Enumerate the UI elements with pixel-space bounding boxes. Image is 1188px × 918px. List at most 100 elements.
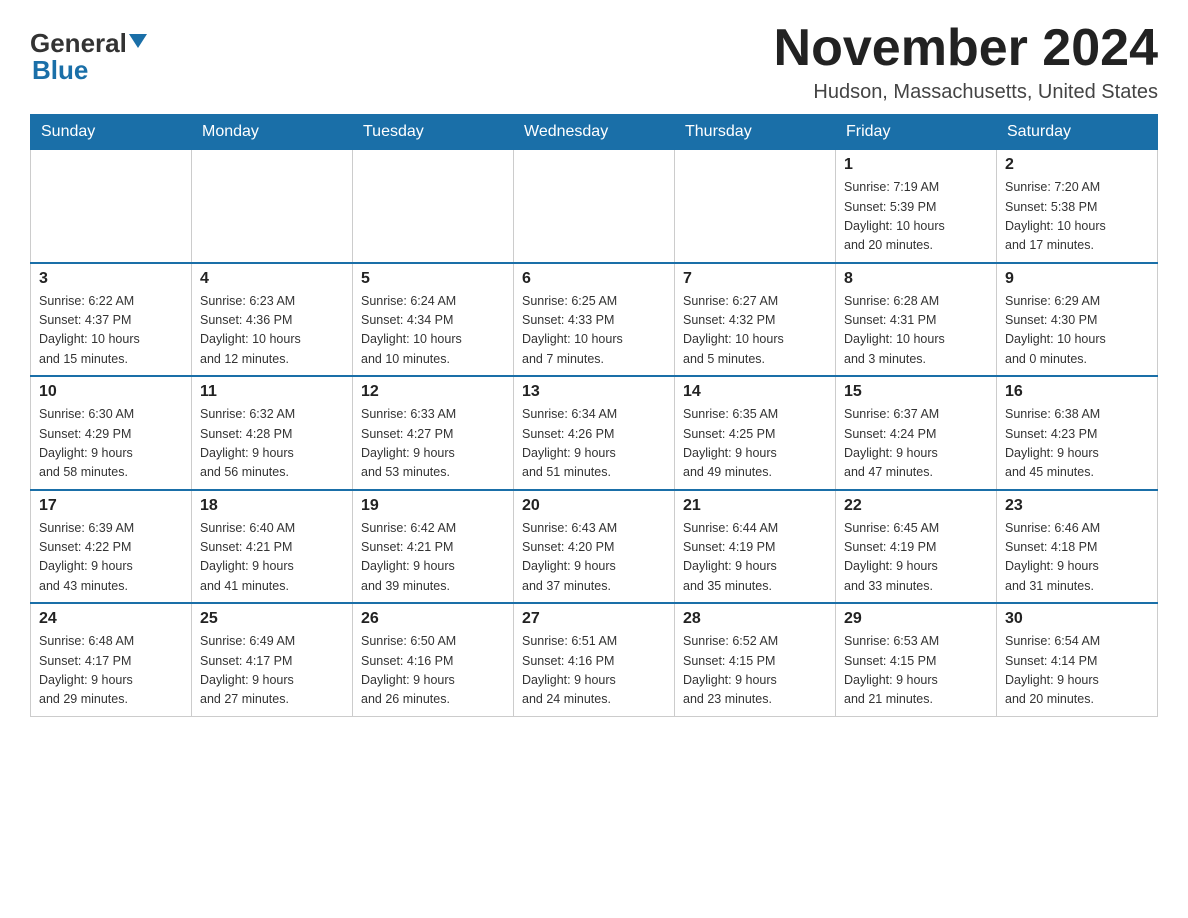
calendar-cell: 8 Sunrise: 6:28 AM Sunset: 4:31 PM Daylig…: [836, 263, 997, 377]
day-number: 28: [683, 610, 827, 628]
calendar-cell: 17 Sunrise: 6:39 AM Sunset: 4:22 PM Dayli…: [31, 490, 192, 604]
day-number: 7: [683, 270, 827, 288]
logo-triangle-icon: [129, 34, 147, 48]
calendar-cell: [675, 150, 836, 263]
calendar-cell: 29 Sunrise: 6:53 AM Sunset: 4:15 PM Dayli…: [836, 603, 997, 716]
day-number: 19: [361, 497, 505, 515]
calendar-cell: 28Sunrise: 6:52 AM Sunset: 4:15 PM Dayli…: [675, 603, 836, 716]
calendar-cell: 14 Sunrise: 6:35 AM Sunset: 4:25 PM Dayli…: [675, 376, 836, 490]
day-info: Sunrise: 6:51 AM Sunset: 4:16 PM Dayligh…: [522, 632, 666, 710]
calendar-cell: 9 Sunrise: 6:29 AM Sunset: 4:30 PM Daylig…: [997, 263, 1158, 377]
logo-blue: Blue: [30, 55, 88, 86]
calendar-cell: 16Sunrise: 6:38 AM Sunset: 4:23 PM Dayli…: [997, 376, 1158, 490]
header-sunday: Sunday: [31, 115, 192, 150]
day-number: 17: [39, 497, 183, 515]
header-thursday: Thursday: [675, 115, 836, 150]
calendar-table: Sunday Monday Tuesday Wednesday Thursday…: [30, 114, 1158, 717]
day-info: Sunrise: 6:22 AM Sunset: 4:37 PM Dayligh…: [39, 292, 183, 370]
day-number: 3: [39, 270, 183, 288]
day-info: Sunrise: 6:42 AM Sunset: 4:21 PM Dayligh…: [361, 519, 505, 597]
day-number: 24: [39, 610, 183, 628]
calendar-cell: 15 Sunrise: 6:37 AM Sunset: 4:24 PM Dayli…: [836, 376, 997, 490]
calendar-cell: 13 Sunrise: 6:34 AM Sunset: 4:26 PM Dayli…: [514, 376, 675, 490]
day-info: Sunrise: 6:45 AM Sunset: 4:19 PM Dayligh…: [844, 519, 988, 597]
day-number: 29: [844, 610, 988, 628]
calendar-cell: 2Sunrise: 7:20 AM Sunset: 5:38 PM Daylig…: [997, 150, 1158, 263]
day-number: 22: [844, 497, 988, 515]
calendar-cell: 1Sunrise: 7:19 AM Sunset: 5:39 PM Daylig…: [836, 150, 997, 263]
day-info: Sunrise: 6:35 AM Sunset: 4:25 PM Dayligh…: [683, 405, 827, 483]
calendar-cell: [31, 150, 192, 263]
day-number: 9: [1005, 270, 1149, 288]
header-tuesday: Tuesday: [353, 115, 514, 150]
calendar-cell: 20 Sunrise: 6:43 AM Sunset: 4:20 PM Dayli…: [514, 490, 675, 604]
day-info: Sunrise: 6:23 AM Sunset: 4:36 PM Dayligh…: [200, 292, 344, 370]
calendar-cell: 7Sunrise: 6:27 AM Sunset: 4:32 PM Daylig…: [675, 263, 836, 377]
day-number: 13: [522, 383, 666, 401]
day-number: 16: [1005, 383, 1149, 401]
month-title: November 2024: [774, 20, 1158, 77]
day-number: 6: [522, 270, 666, 288]
calendar-week-row-1: 1Sunrise: 7:19 AM Sunset: 5:39 PM Daylig…: [31, 150, 1158, 263]
day-info: Sunrise: 6:24 AM Sunset: 4:34 PM Dayligh…: [361, 292, 505, 370]
calendar-week-row-3: 10Sunrise: 6:30 AM Sunset: 4:29 PM Dayli…: [31, 376, 1158, 490]
day-number: 20: [522, 497, 666, 515]
calendar-cell: 12Sunrise: 6:33 AM Sunset: 4:27 PM Dayli…: [353, 376, 514, 490]
day-number: 5: [361, 270, 505, 288]
day-number: 30: [1005, 610, 1149, 628]
day-info: Sunrise: 6:39 AM Sunset: 4:22 PM Dayligh…: [39, 519, 183, 597]
calendar-cell: [192, 150, 353, 263]
day-info: Sunrise: 6:34 AM Sunset: 4:26 PM Dayligh…: [522, 405, 666, 483]
day-number: 4: [200, 270, 344, 288]
day-info: Sunrise: 6:28 AM Sunset: 4:31 PM Dayligh…: [844, 292, 988, 370]
day-info: Sunrise: 6:49 AM Sunset: 4:17 PM Dayligh…: [200, 632, 344, 710]
day-number: 23: [1005, 497, 1149, 515]
day-info: Sunrise: 6:32 AM Sunset: 4:28 PM Dayligh…: [200, 405, 344, 483]
day-number: 14: [683, 383, 827, 401]
header-monday: Monday: [192, 115, 353, 150]
day-info: Sunrise: 6:44 AM Sunset: 4:19 PM Dayligh…: [683, 519, 827, 597]
calendar-week-row-4: 17 Sunrise: 6:39 AM Sunset: 4:22 PM Dayli…: [31, 490, 1158, 604]
calendar-cell: 24 Sunrise: 6:48 AM Sunset: 4:17 PM Dayli…: [31, 603, 192, 716]
day-info: Sunrise: 6:29 AM Sunset: 4:30 PM Dayligh…: [1005, 292, 1149, 370]
header-saturday: Saturday: [997, 115, 1158, 150]
day-info: Sunrise: 6:25 AM Sunset: 4:33 PM Dayligh…: [522, 292, 666, 370]
header-wednesday: Wednesday: [514, 115, 675, 150]
calendar-cell: 19 Sunrise: 6:42 AM Sunset: 4:21 PM Dayli…: [353, 490, 514, 604]
day-number: 18: [200, 497, 344, 515]
calendar-cell: 11 Sunrise: 6:32 AM Sunset: 4:28 PM Dayli…: [192, 376, 353, 490]
day-number: 26: [361, 610, 505, 628]
calendar-cell: 4 Sunrise: 6:23 AM Sunset: 4:36 PM Daylig…: [192, 263, 353, 377]
calendar-cell: 21 Sunrise: 6:44 AM Sunset: 4:19 PM Dayli…: [675, 490, 836, 604]
day-number: 15: [844, 383, 988, 401]
calendar-cell: 22 Sunrise: 6:45 AM Sunset: 4:19 PM Dayli…: [836, 490, 997, 604]
title-area: November 2024 Hudson, Massachusetts, Uni…: [774, 20, 1158, 104]
day-info: Sunrise: 6:53 AM Sunset: 4:15 PM Dayligh…: [844, 632, 988, 710]
day-info: Sunrise: 6:48 AM Sunset: 4:17 PM Dayligh…: [39, 632, 183, 710]
logo: General Blue: [30, 20, 147, 86]
day-number: 21: [683, 497, 827, 515]
calendar-cell: [353, 150, 514, 263]
day-info: Sunrise: 6:54 AM Sunset: 4:14 PM Dayligh…: [1005, 632, 1149, 710]
calendar-cell: 25Sunrise: 6:49 AM Sunset: 4:17 PM Dayli…: [192, 603, 353, 716]
calendar-cell: 6 Sunrise: 6:25 AM Sunset: 4:33 PM Daylig…: [514, 263, 675, 377]
location-text: Hudson, Massachusetts, United States: [774, 81, 1158, 104]
day-number: 11: [200, 383, 344, 401]
calendar-cell: 18Sunrise: 6:40 AM Sunset: 4:21 PM Dayli…: [192, 490, 353, 604]
page-header: General Blue November 2024 Hudson, Massa…: [30, 20, 1158, 104]
day-info: Sunrise: 6:43 AM Sunset: 4:20 PM Dayligh…: [522, 519, 666, 597]
calendar-cell: 5 Sunrise: 6:24 AM Sunset: 4:34 PM Daylig…: [353, 263, 514, 377]
day-info: Sunrise: 6:46 AM Sunset: 4:18 PM Dayligh…: [1005, 519, 1149, 597]
calendar-week-row-5: 24 Sunrise: 6:48 AM Sunset: 4:17 PM Dayli…: [31, 603, 1158, 716]
day-number: 12: [361, 383, 505, 401]
header-friday: Friday: [836, 115, 997, 150]
calendar-cell: 3 Sunrise: 6:22 AM Sunset: 4:37 PM Daylig…: [31, 263, 192, 377]
day-number: 27: [522, 610, 666, 628]
day-info: Sunrise: 6:50 AM Sunset: 4:16 PM Dayligh…: [361, 632, 505, 710]
day-number: 8: [844, 270, 988, 288]
calendar-cell: 23 Sunrise: 6:46 AM Sunset: 4:18 PM Dayli…: [997, 490, 1158, 604]
day-number: 10: [39, 383, 183, 401]
day-number: 2: [1005, 156, 1149, 174]
calendar-week-row-2: 3 Sunrise: 6:22 AM Sunset: 4:37 PM Daylig…: [31, 263, 1158, 377]
day-info: Sunrise: 6:37 AM Sunset: 4:24 PM Dayligh…: [844, 405, 988, 483]
